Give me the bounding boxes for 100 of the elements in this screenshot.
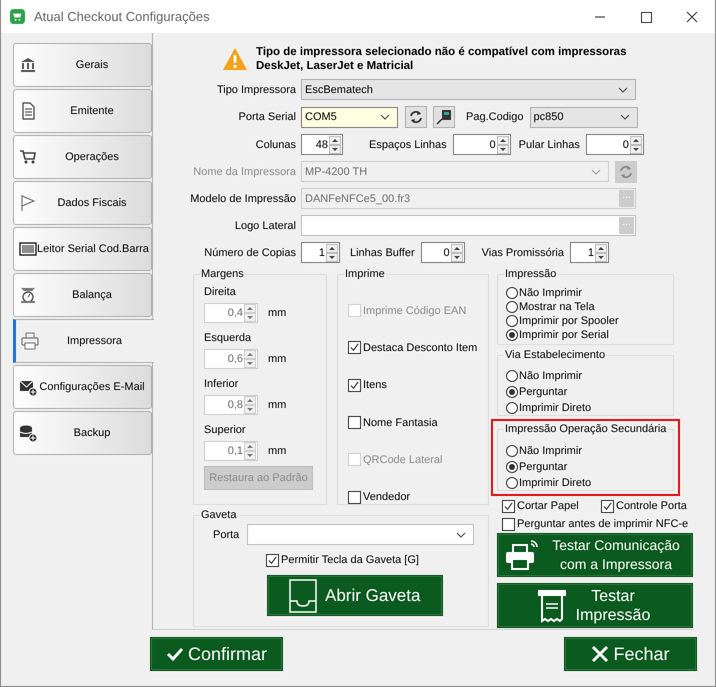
receipt-icon <box>537 588 567 624</box>
checkbox[interactable] <box>502 518 515 530</box>
serial-test-button[interactable] <box>433 106 455 128</box>
radio-label: Não Imprimir <box>519 370 582 382</box>
field-label: Direita <box>204 285 237 300</box>
sidebar-tab[interactable]: Backup <box>13 411 152 455</box>
serial-port-dropdown[interactable]: COM5 <box>301 106 398 128</box>
radio-label: Não Imprimir <box>519 287 582 299</box>
unit-label: mm <box>268 445 286 457</box>
confirm-button[interactable]: Confirmar <box>150 637 283 671</box>
printer-icon <box>21 332 39 350</box>
code-page-dropdown[interactable]: pc850 <box>530 106 638 128</box>
radio-button[interactable] <box>506 370 518 382</box>
checkbox-label: Permitir Tecla da Gaveta [G] <box>281 554 419 566</box>
sidebar-tab[interactable]: Leitor Serial Cod.Barra <box>13 227 152 271</box>
field-label: Número de Copias <box>203 246 297 258</box>
unit-label: mm <box>268 307 286 319</box>
printer-type-dropdown[interactable]: EscBematech <box>301 79 636 100</box>
sidebar-tab[interactable]: Gerais <box>13 43 152 87</box>
radio-button[interactable] <box>506 402 518 414</box>
spin-field[interactable]: 0 <box>420 242 465 263</box>
radio-button[interactable] <box>506 329 518 341</box>
radio-label: Imprimir por Serial <box>519 329 609 341</box>
x-icon <box>591 645 610 663</box>
spin-arrows-icon <box>244 304 256 322</box>
refresh-button[interactable] <box>405 106 427 128</box>
spin-arrows-icon <box>496 136 509 154</box>
sidebar-tab[interactable]: Configurações E-Mail <box>13 365 152 409</box>
field-label: Porta <box>213 528 240 540</box>
window-title: Atual Checkout Configurações <box>34 9 210 24</box>
radio-button[interactable] <box>506 386 518 398</box>
cart-icon <box>19 148 37 166</box>
chevron-down-icon <box>380 114 390 120</box>
spin-arrows-icon <box>244 350 256 368</box>
checkbox-label: Cortar Papel <box>517 500 579 512</box>
field-label: Nome da Impressora <box>192 166 297 178</box>
barcode-icon <box>19 240 37 258</box>
radio-button[interactable] <box>506 477 518 489</box>
field-label: Linhas Buffer <box>350 246 416 258</box>
group-title: Imprime <box>344 267 386 281</box>
open-drawer-button[interactable]: Abrir Gaveta <box>267 575 443 616</box>
radio-label: Não Imprimir <box>519 445 582 457</box>
checkbox[interactable] <box>348 378 361 392</box>
test-communication-button[interactable]: Testar Comunicação com a Impressora <box>497 533 693 577</box>
database-plus-icon <box>19 424 37 442</box>
radio-label: Imprimir Direto <box>519 477 592 489</box>
radio-label: Imprimir por Spooler <box>519 315 619 327</box>
radio-label: Mostrar na Tela <box>519 301 595 313</box>
checkbox-label: Destaca Desconto Item <box>363 342 478 354</box>
checkbox-label: Controle Porta <box>616 500 687 512</box>
checkbox[interactable] <box>502 500 515 512</box>
spin-arrows-icon <box>630 136 642 154</box>
warning-message: Tipo de impressora selecionado não é compatível com impressoras DeskJet, LaserJet e Matricial <box>256 45 628 73</box>
radio-button[interactable] <box>506 445 518 457</box>
checkbox[interactable] <box>348 416 361 430</box>
checkbox[interactable] <box>601 500 614 512</box>
radio-button[interactable] <box>506 301 518 313</box>
checkbox[interactable] <box>348 490 361 504</box>
radio-label: Perguntar <box>519 461 568 473</box>
checkbox-label: Nome Fantasia <box>363 416 438 429</box>
spin-arrows-icon <box>329 136 341 154</box>
spin-field[interactable]: 1 <box>301 242 340 263</box>
sidebar-tab[interactable]: Impressora <box>13 319 154 363</box>
close-button[interactable]: Fechar <box>564 637 697 671</box>
field-label: Esquerda <box>204 331 252 346</box>
spin-field[interactable]: 48 <box>301 134 343 155</box>
field-label: Vias Promissória <box>482 246 565 258</box>
checkbox[interactable] <box>266 554 279 566</box>
field-label: Logo Lateral <box>234 220 297 232</box>
app-logo-icon <box>9 8 26 25</box>
group-title: Impressão <box>504 267 558 281</box>
group-title: Margens <box>200 267 245 281</box>
checkbox[interactable] <box>348 341 361 354</box>
spin-arrows-icon <box>244 396 256 414</box>
bank-icon <box>19 56 37 74</box>
drawer-icon <box>289 578 317 612</box>
checkbox-label: QRCode Lateral <box>363 454 442 466</box>
spin-field[interactable]: 0 <box>452 134 511 155</box>
checkbox-label: Itens <box>363 379 387 392</box>
printer-icon <box>504 539 540 571</box>
group-title: Impressão Operação Secundária <box>504 422 668 436</box>
warning-icon <box>222 47 248 71</box>
spin-arrows-icon <box>244 442 256 460</box>
scale-icon <box>19 286 37 304</box>
test-print-button[interactable]: Testar Impressão <box>497 583 693 628</box>
sidebar-tab[interactable]: Emitente <box>13 89 152 133</box>
chevron-down-icon <box>456 532 466 538</box>
sidebar-tab[interactable]: Operações <box>13 135 152 179</box>
checkbox-label: Perguntar antes de imprimir NFC-e <box>517 518 688 530</box>
radio-button[interactable] <box>506 461 518 473</box>
chevron-down-icon <box>620 114 630 120</box>
spin-field[interactable]: 0 <box>586 134 644 155</box>
unit-label: mm <box>268 353 286 365</box>
radio-button[interactable] <box>506 287 518 299</box>
sidebar-tab[interactable]: Balança <box>13 273 152 317</box>
chevron-down-icon <box>591 168 601 174</box>
sidebar-tab[interactable]: Dados Fiscais <box>13 181 152 225</box>
radio-button[interactable] <box>506 315 518 327</box>
spin-field[interactable]: 1 <box>570 242 609 263</box>
checkmark-icon <box>166 645 184 663</box>
